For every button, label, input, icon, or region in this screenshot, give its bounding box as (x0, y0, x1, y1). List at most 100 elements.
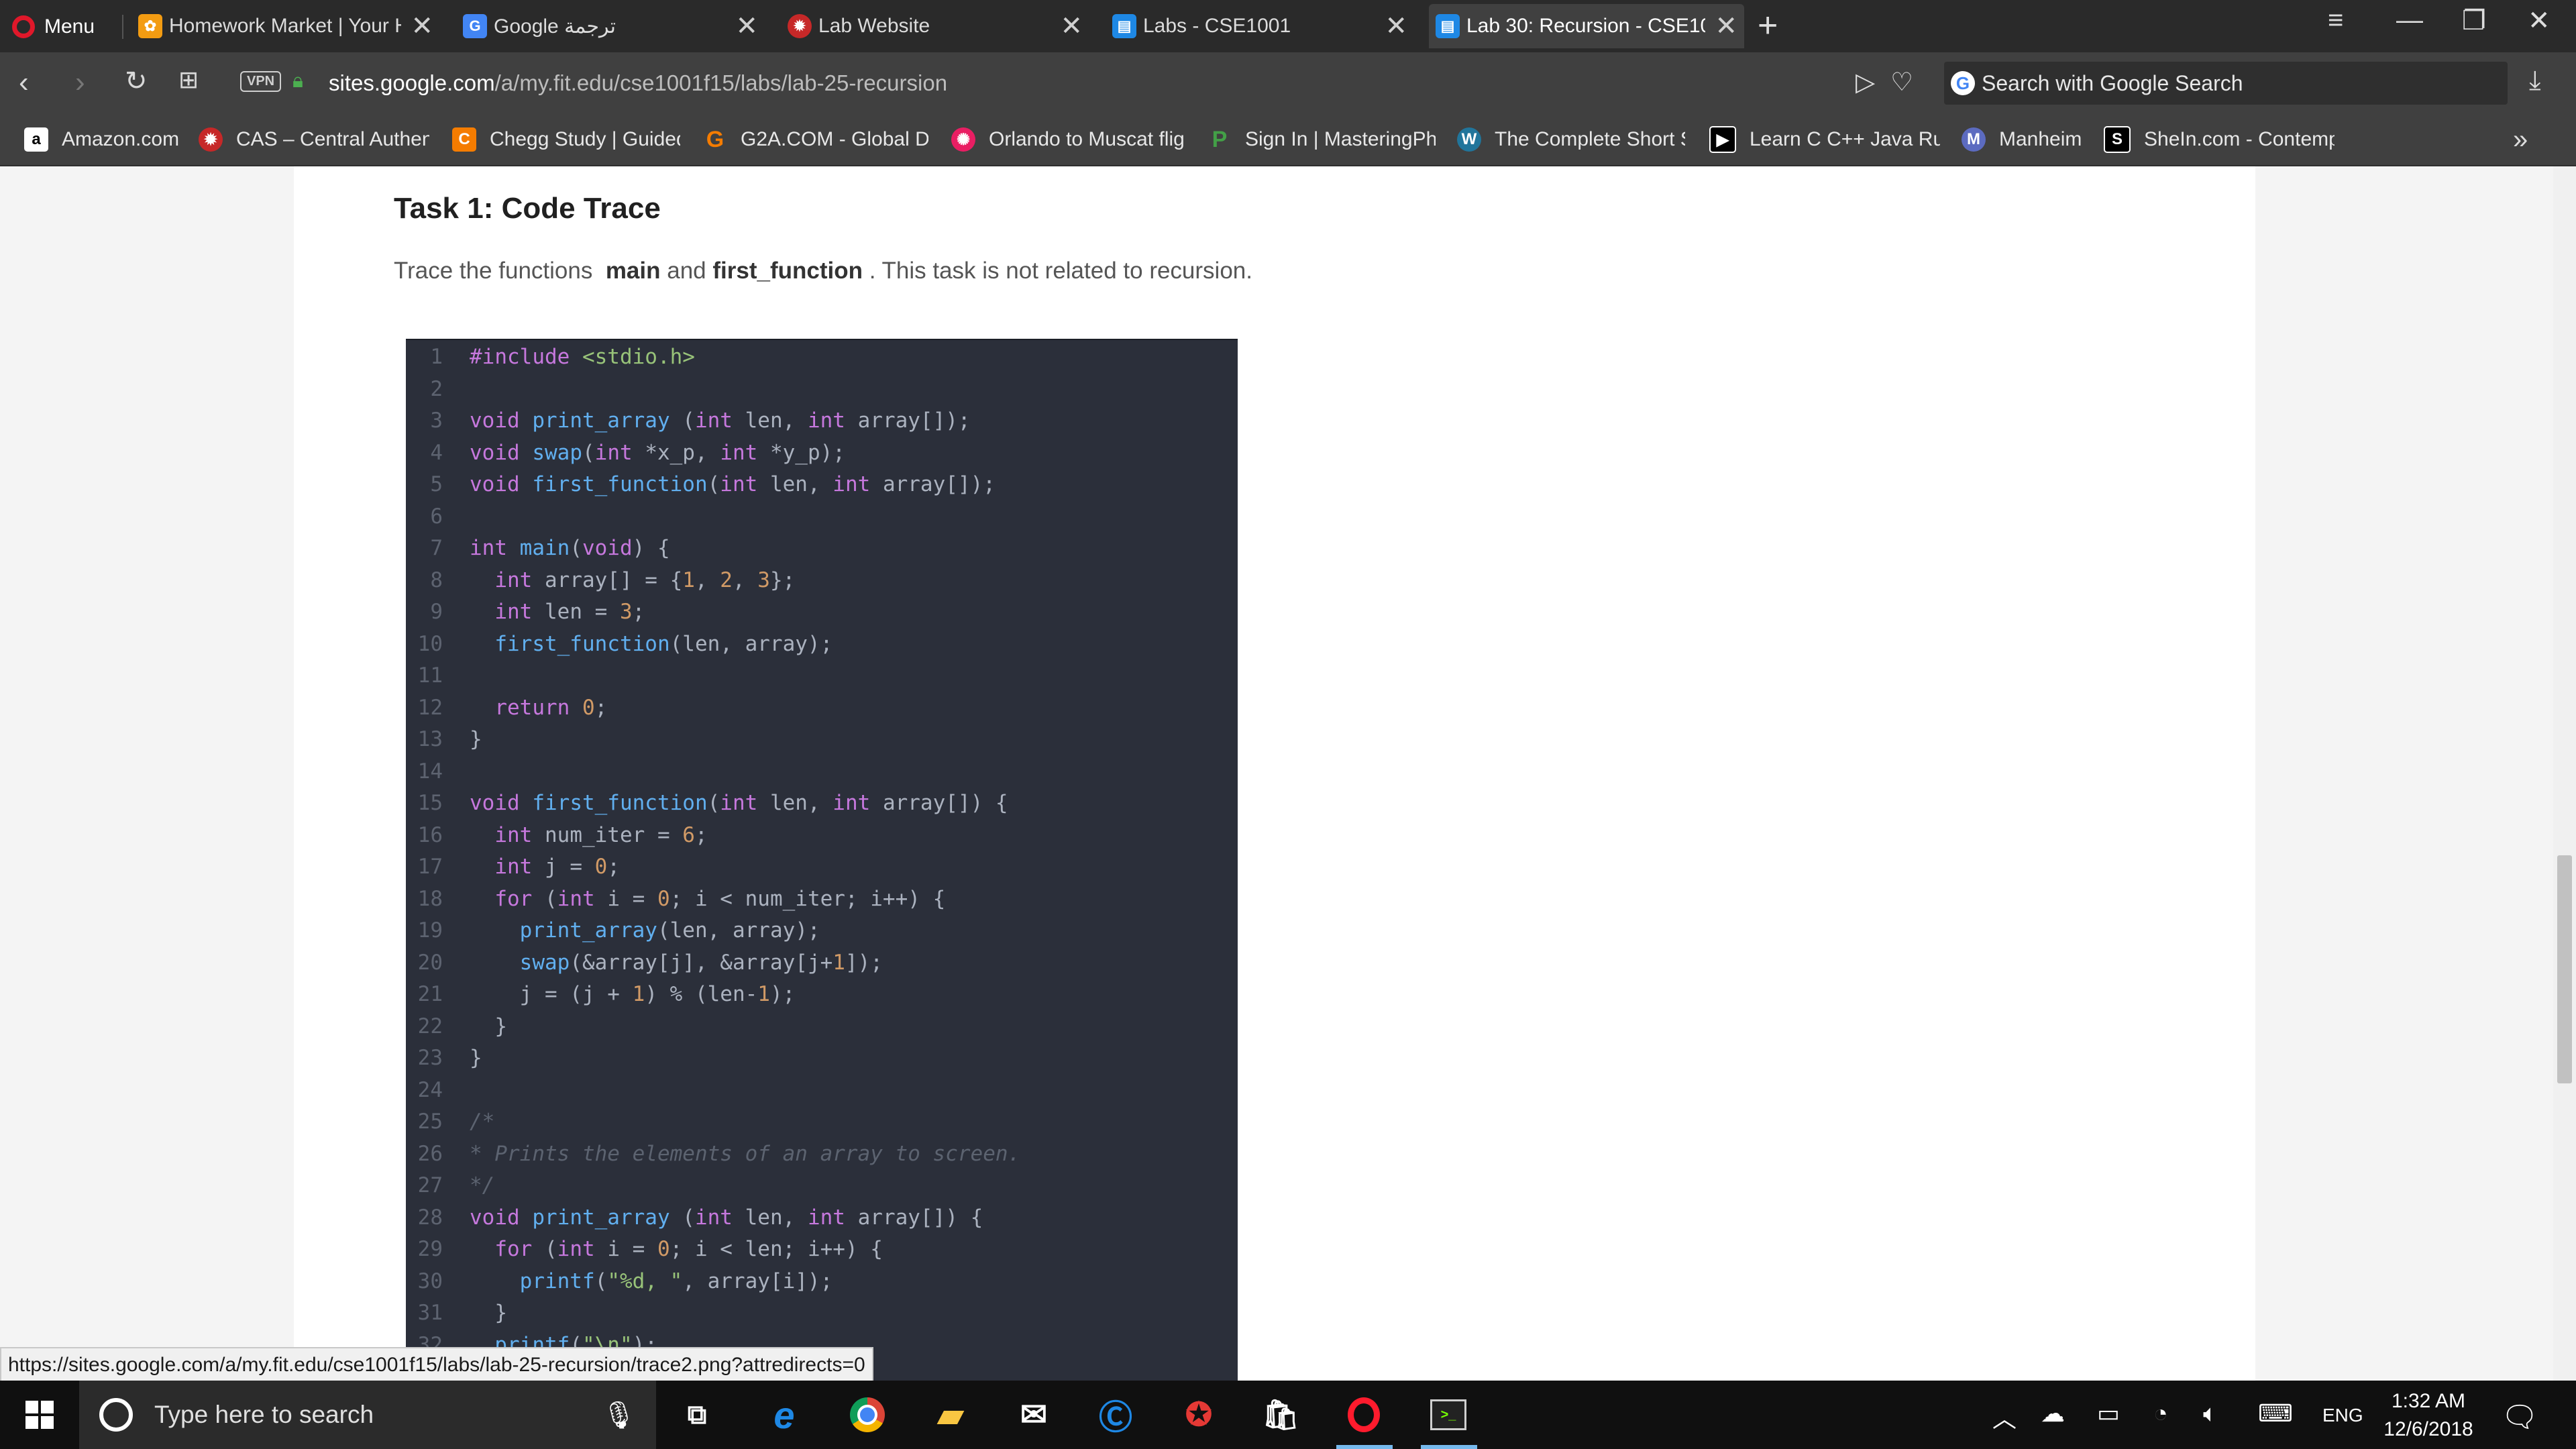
bookmark-chegg[interactable]: C Chegg Study | Guided Solutions (452, 126, 680, 153)
bookmark-manheim[interactable]: M Manheim (1962, 126, 2089, 153)
more-bookmarks-icon[interactable]: » (2513, 125, 2528, 155)
code-token: ; i < num_iter; i++) { (669, 886, 946, 911)
speed-dial-icon[interactable]: ⊞ (178, 66, 199, 94)
close-tab-icon[interactable]: ✕ (411, 11, 433, 42)
code-token: array[]); (845, 409, 971, 433)
code-token: void (470, 409, 533, 433)
bookmark-heart-icon[interactable]: ♡ (1890, 67, 1913, 97)
code-token: array[]) { (845, 1205, 983, 1230)
back-icon[interactable]: ‹ (19, 66, 29, 99)
game-app-icon[interactable]: ✪ (1178, 1394, 1220, 1436)
keyboard-icon[interactable]: ⌨ (2258, 1399, 2293, 1428)
onedrive-icon[interactable]: ☁ (2041, 1399, 2065, 1428)
code-line: 6 (406, 501, 1238, 533)
close-window-icon[interactable]: ✕ (2528, 5, 2551, 36)
code-token: array[] = { (532, 568, 683, 592)
mail-icon[interactable]: ✉ (1013, 1394, 1055, 1436)
clock-time: 1:32 AM (2391, 1390, 2466, 1412)
bookmark-complete-short-stories[interactable]: W The Complete Short Stories (1457, 126, 1685, 153)
file-explorer-icon[interactable]: ▰ (930, 1394, 971, 1436)
opera-taskbar-icon[interactable] (1343, 1394, 1385, 1436)
scrollbar-thumb[interactable] (2557, 855, 2572, 1083)
line-number: 16 (417, 822, 443, 847)
tab-menu-icon[interactable]: ≡ (2328, 5, 2343, 36)
close-tab-icon[interactable]: ✕ (1060, 11, 1083, 42)
bookmarks-bar: a Amazon.com ✹ CAS – Central Authenticat… (0, 114, 2576, 166)
line-number: 18 (417, 886, 443, 911)
line-number: 2 (430, 376, 443, 401)
show-hidden-icons-icon[interactable]: ︿ (1992, 1399, 2017, 1434)
terminal-icon[interactable]: >_ (1428, 1394, 1469, 1436)
start-button[interactable] (0, 1381, 79, 1449)
code-line: 15 void first_function(int len, int array… (406, 788, 1238, 820)
ccleaner-icon[interactable]: Ⓒ (1095, 1394, 1136, 1436)
code-token: } (470, 1301, 507, 1325)
action-center-icon[interactable]: 🗨︎ (2501, 1399, 2538, 1434)
edge-icon[interactable]: e (763, 1394, 805, 1436)
lock-icon[interactable]: 🔒︎ (292, 70, 303, 93)
tab-google-translate[interactable]: G Google ترجمة ✕ (456, 4, 765, 48)
line-number: 8 (430, 568, 443, 592)
code-token: len = (532, 600, 620, 624)
code-line: 7 int main(void) { (406, 533, 1238, 565)
search-input[interactable]: G Search with Google Search (1944, 62, 2508, 105)
code-token: array[]); (870, 472, 996, 496)
windows-taskbar: Type here to search 🎙︎ ⧉ e ▰ ✉ Ⓒ ✪ 🛍︎ >_… (0, 1381, 2576, 1449)
bookmark-g2a[interactable]: G G2A.COM - Global Digital Marketplace (703, 126, 928, 153)
code-token: int (470, 536, 520, 560)
forward-icon[interactable]: › (75, 66, 85, 99)
vpn-badge[interactable]: VPN (240, 71, 282, 92)
scrollbar-track[interactable] (2553, 166, 2576, 1381)
menu-label: Menu (44, 15, 95, 38)
code-line: 12 return 0; (406, 692, 1238, 724)
bookmark-label: Amazon.com (62, 128, 180, 150)
taskbar-search-box[interactable]: Type here to search 🎙︎ (79, 1381, 656, 1449)
taskbar-search-placeholder: Type here to search (154, 1401, 374, 1428)
clock[interactable]: 1:32 AM 12/6/2018 (2368, 1387, 2489, 1444)
tab-lab-website[interactable]: ✹ Lab Website ✕ (781, 4, 1089, 48)
code-line: 26 * Prints the elements of an array to s… (406, 1138, 1238, 1171)
close-tab-icon[interactable]: ✕ (735, 11, 758, 42)
volume-icon[interactable]: 🔈︎ (2203, 1399, 2218, 1428)
bookmark-learn-c[interactable]: ▶ Learn C C++ Java Ruby (1709, 126, 1940, 153)
reload-icon[interactable]: ↻ (125, 66, 148, 97)
code-token: ; (607, 855, 620, 879)
bookmark-mastering-physics[interactable]: P Sign In | MasteringPhysics (1208, 126, 1436, 153)
bookmark-amazon[interactable]: a Amazon.com (24, 126, 185, 153)
bookmark-orlando-muscat[interactable]: ✺ Orlando to Muscat flights (951, 126, 1183, 153)
tab-lab-30-recursion[interactable]: ▤ Lab 30: Recursion - CSE1001 ✕ (1429, 4, 1744, 48)
bookmark-cas[interactable]: ✹ CAS – Central Authentication Service (199, 126, 429, 153)
opera-active-indicator (1336, 1445, 1393, 1449)
code-token: first_function (494, 631, 670, 656)
download-icon[interactable]: ⤓ (2529, 66, 2541, 96)
opera-menu-button[interactable]: Menu (12, 9, 95, 44)
send-icon[interactable]: ▷ (1856, 67, 1875, 97)
restore-icon[interactable]: ❐ (2462, 5, 2486, 36)
code-token: int (557, 1237, 595, 1261)
code-token: void (470, 1205, 533, 1230)
code-token: 2 (720, 568, 733, 592)
store-icon[interactable]: 🛍︎ (1260, 1394, 1301, 1436)
close-tab-icon[interactable]: ✕ (1715, 11, 1737, 42)
battery-icon[interactable]: ▭ (2097, 1399, 2120, 1428)
microphone-icon[interactable]: 🎙︎ (602, 1399, 636, 1431)
code-token: 0 (594, 855, 608, 879)
line-number: 25 (417, 1110, 443, 1134)
close-tab-icon[interactable]: ✕ (1385, 11, 1407, 42)
url-input[interactable]: sites.google.com/a/my.fit.edu/cse1001f15… (329, 64, 1925, 102)
tab-title: Lab Website (818, 15, 930, 37)
tab-labs-cse1001[interactable]: ▤ Labs - CSE1001 ✕ (1106, 4, 1414, 48)
bookmark-shein[interactable]: S SheIn.com - Contemporary Women's Cloth… (2104, 126, 2334, 153)
chrome-icon[interactable] (847, 1394, 888, 1436)
line-number: 19 (417, 918, 443, 943)
code-token: , array[i]); (682, 1269, 833, 1293)
wifi-icon[interactable]: ◔ (2153, 1399, 2168, 1428)
language-indicator[interactable]: ENG (2322, 1405, 2363, 1426)
tab-homework-market[interactable]: ✿ Homework Market | Your Homework Help ✕ (131, 4, 440, 48)
new-tab-plus-icon[interactable]: + (1758, 5, 1778, 46)
minimize-icon[interactable]: — (2396, 5, 2423, 36)
task-view-icon[interactable]: ⧉ (676, 1394, 718, 1436)
